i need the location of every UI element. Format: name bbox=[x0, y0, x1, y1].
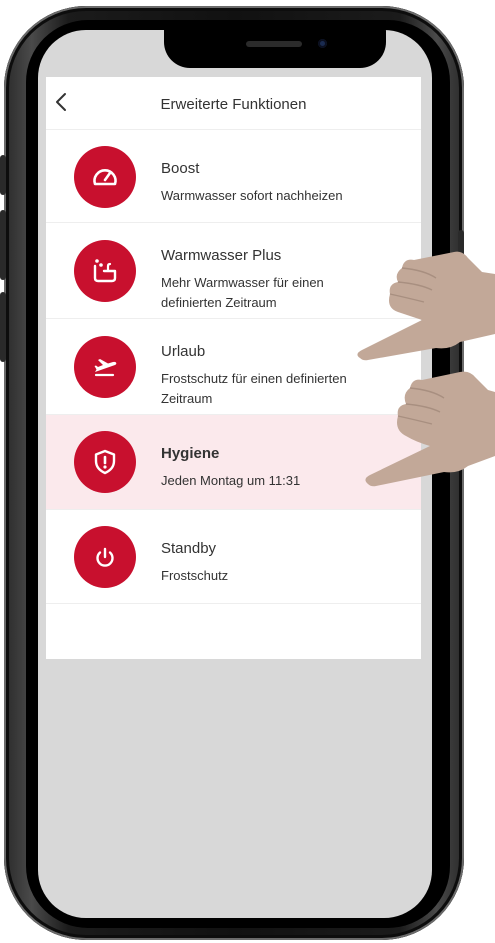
pointing-hand-icon bbox=[357, 251, 495, 361]
feature-icon-circle bbox=[74, 146, 136, 208]
feature-row-standby[interactable]: Standby Frostschutz bbox=[46, 510, 421, 604]
bathtub-icon bbox=[93, 259, 117, 283]
camera-icon bbox=[318, 39, 327, 48]
mute-switch bbox=[0, 155, 6, 195]
feature-subtitle: Warmwasser sofort nachheizen bbox=[161, 188, 343, 203]
feature-title: Standby bbox=[161, 540, 217, 557]
feature-row-boost[interactable]: Boost Warmwasser sofort nachheizen bbox=[46, 130, 421, 223]
notch bbox=[164, 30, 386, 68]
feature-icon-circle bbox=[74, 526, 136, 588]
page-title: Erweiterte Funktionen bbox=[160, 96, 307, 113]
feature-text: Standby Frostschutz bbox=[161, 540, 411, 586]
power-icon bbox=[96, 547, 114, 567]
feature-icon-circle bbox=[74, 431, 136, 493]
volume-up-button bbox=[0, 210, 6, 280]
speaker-grille bbox=[246, 41, 302, 47]
feature-icon-circle bbox=[74, 240, 136, 302]
feature-text: Boost Warmwasser sofort nachheizen bbox=[161, 160, 411, 206]
device-mockup: Erweiterte Funktionen Boost Warmwasser s… bbox=[0, 0, 495, 943]
shield-alert-icon bbox=[94, 449, 116, 475]
pointing-hand-icon bbox=[365, 371, 495, 487]
header: Erweiterte Funktionen bbox=[46, 77, 421, 130]
speedometer-icon bbox=[93, 169, 117, 186]
feature-subtitle: Mehr Warmwasser für einen definierten Ze… bbox=[161, 275, 324, 310]
feature-subtitle: Frostschutz bbox=[161, 568, 229, 583]
airplane-icon bbox=[94, 359, 117, 377]
volume-down-button bbox=[0, 292, 6, 362]
feature-subtitle: Frostschutz für einen definierten Zeitra… bbox=[161, 371, 347, 406]
feature-icon-circle bbox=[74, 336, 136, 398]
feature-title: Boost bbox=[161, 160, 200, 177]
